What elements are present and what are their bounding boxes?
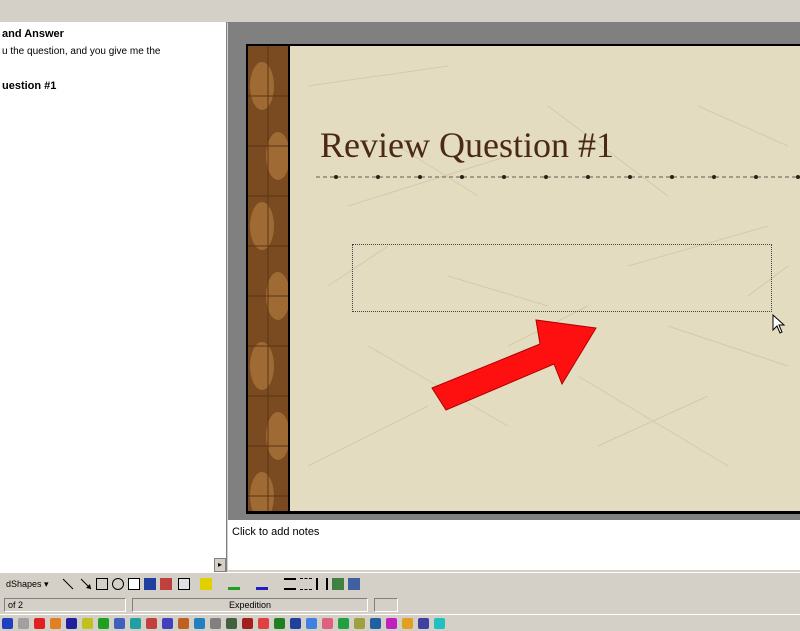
- outline-slide-title[interactable]: and Answer: [2, 28, 64, 40]
- outline-slide2-title[interactable]: uestion #1: [2, 80, 56, 92]
- line-style-icon[interactable]: [284, 578, 296, 590]
- design-name: Expedition: [132, 598, 368, 612]
- app-icon-9[interactable]: [130, 618, 141, 629]
- app-icon-13[interactable]: [194, 618, 205, 629]
- line-tool-icon[interactable]: [62, 578, 74, 590]
- app-icon-3[interactable]: [34, 618, 45, 629]
- app-icon-1[interactable]: [2, 618, 13, 629]
- app-icon-22[interactable]: [338, 618, 349, 629]
- outline-scroll-button[interactable]: ▸: [214, 558, 226, 572]
- line-color-icon[interactable]: [228, 578, 240, 590]
- app-icon-2[interactable]: [18, 618, 29, 629]
- app-icon-19[interactable]: [290, 618, 301, 629]
- drawing-toolbar: dShapes ▾: [0, 572, 800, 597]
- text-placeholder-box[interactable]: [352, 244, 772, 312]
- app-icon-20[interactable]: [306, 618, 317, 629]
- slide-canvas[interactable]: Review Question #1: [246, 44, 800, 514]
- rectangle-tool-icon[interactable]: [96, 578, 108, 590]
- app-icon-16[interactable]: [242, 618, 253, 629]
- top-toolbar: [0, 0, 800, 23]
- app-icon-15[interactable]: [226, 618, 237, 629]
- font-color-icon[interactable]: [256, 578, 268, 590]
- wordart-tool-icon[interactable]: [144, 578, 156, 590]
- shadow-icon[interactable]: [332, 578, 344, 590]
- fill-color-icon[interactable]: [200, 578, 212, 590]
- slide-pane: Review Question #1: [228, 22, 800, 518]
- dash-style-icon[interactable]: [300, 578, 312, 590]
- app-icon-8[interactable]: [114, 618, 125, 629]
- slide-title[interactable]: Review Question #1: [320, 124, 614, 166]
- title-divider: [316, 175, 800, 179]
- oval-tool-icon[interactable]: [112, 578, 124, 590]
- picture-tool-icon[interactable]: [178, 578, 190, 590]
- textbox-tool-icon[interactable]: [128, 578, 140, 590]
- app-icon-4[interactable]: [50, 618, 61, 629]
- app-icon-24[interactable]: [370, 618, 381, 629]
- app-icon-7[interactable]: [98, 618, 109, 629]
- app-icon-18[interactable]: [274, 618, 285, 629]
- app-icon-5[interactable]: [66, 618, 77, 629]
- app-icon-28[interactable]: [434, 618, 445, 629]
- app-icon-23[interactable]: [354, 618, 365, 629]
- app-icon-10[interactable]: [146, 618, 157, 629]
- notes-pane[interactable]: Click to add notes: [228, 518, 800, 570]
- arrow-tool-icon[interactable]: [80, 578, 92, 590]
- quick-launch-bar: [0, 614, 800, 631]
- spellcheck-icon: [374, 598, 398, 612]
- app-icon-17[interactable]: [258, 618, 269, 629]
- outline-pane[interactable]: and Answer u the question, and you give …: [0, 22, 227, 572]
- app-icon-6[interactable]: [82, 618, 93, 629]
- app-icon-21[interactable]: [322, 618, 333, 629]
- notes-placeholder[interactable]: Click to add notes: [232, 526, 319, 538]
- leaf-border: [248, 46, 290, 511]
- mouse-cursor-icon: [772, 314, 786, 334]
- slide-count: of 2: [4, 598, 126, 612]
- app-icon-14[interactable]: [210, 618, 221, 629]
- clipart-tool-icon[interactable]: [160, 578, 172, 590]
- arrow-style-icon[interactable]: [316, 578, 328, 590]
- outline-slide-body[interactable]: u the question, and you give me the: [2, 46, 160, 57]
- app-icon-26[interactable]: [402, 618, 413, 629]
- red-arrow-shape[interactable]: [428, 306, 618, 416]
- status-bar: of 2 Expedition: [0, 596, 800, 614]
- app-icon-27[interactable]: [418, 618, 429, 629]
- leaf-pattern: [248, 46, 290, 511]
- app-icon-11[interactable]: [162, 618, 173, 629]
- app-icon-12[interactable]: [178, 618, 189, 629]
- 3d-icon[interactable]: [348, 578, 360, 590]
- app-icon-25[interactable]: [386, 618, 397, 629]
- autoshapes-menu[interactable]: dShapes ▾: [6, 579, 49, 590]
